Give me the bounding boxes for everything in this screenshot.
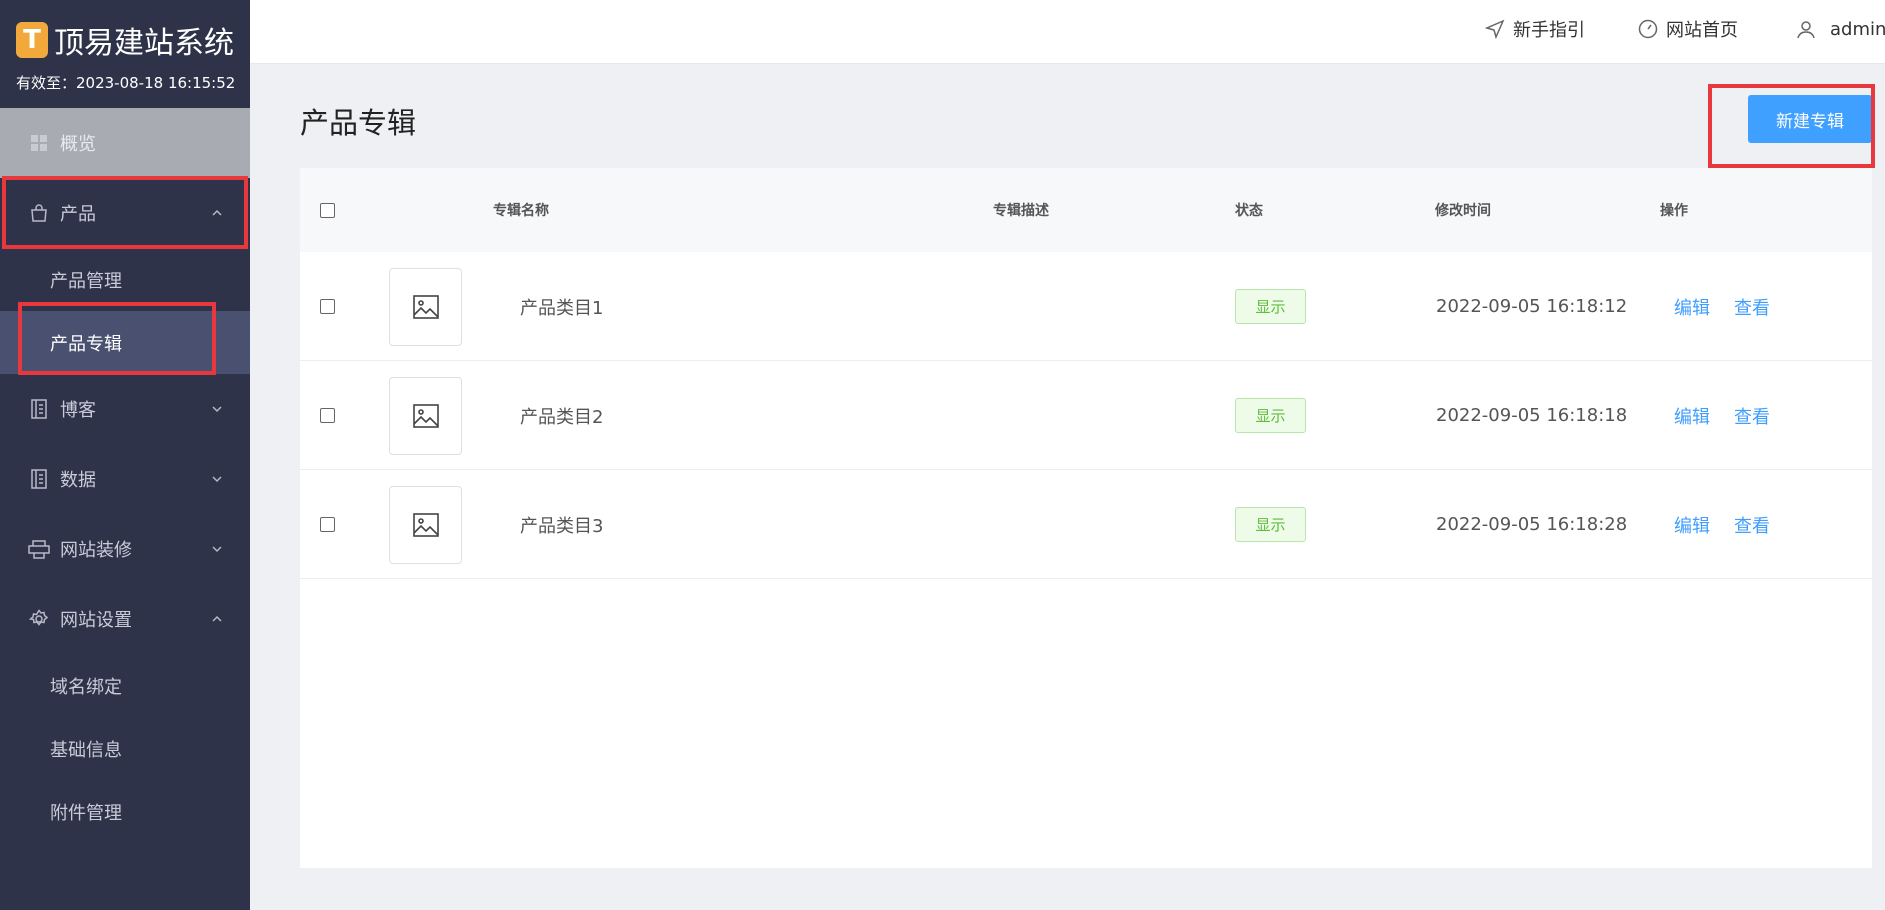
column-header-modified-time: 修改时间 bbox=[1435, 203, 1491, 219]
chevron-down-icon bbox=[212, 476, 222, 483]
gear-icon bbox=[28, 608, 50, 630]
sidebar-item-overview[interactable]: 概览 bbox=[0, 108, 250, 178]
sidebar-item-product-management[interactable]: 产品管理 bbox=[0, 248, 250, 311]
printer-icon bbox=[28, 538, 50, 560]
modified-time: 2022-09-05 16:18:28 bbox=[1436, 514, 1628, 535]
sidebar-item-attachment-management[interactable]: 附件管理 bbox=[0, 780, 250, 843]
document-icon bbox=[28, 398, 50, 420]
row-checkbox[interactable] bbox=[320, 299, 335, 314]
navigation-arrow-icon bbox=[1485, 19, 1505, 39]
site-home-link[interactable]: 网站首页 bbox=[1638, 0, 1738, 58]
column-header-status: 状态 bbox=[1235, 203, 1263, 219]
expire-date: 有效至：2023-08-18 16:15:52 bbox=[16, 74, 236, 92]
image-placeholder-icon bbox=[412, 294, 439, 319]
table-row: 产品类目3 显示 2022-09-05 16:18:28 编辑 查看 bbox=[300, 470, 1872, 579]
table-row: 产品类目1 显示 2022-09-05 16:18:12 编辑 查看 bbox=[300, 252, 1872, 361]
album-name: 产品类目2 bbox=[520, 406, 604, 428]
chevron-up-icon bbox=[212, 209, 222, 216]
column-header-description: 专辑描述 bbox=[993, 203, 1049, 219]
view-link[interactable]: 查看 bbox=[1734, 512, 1770, 538]
new-album-button[interactable]: 新建专辑 bbox=[1748, 95, 1872, 143]
chevron-down-icon bbox=[212, 546, 222, 553]
brand-logo-icon: T bbox=[16, 22, 48, 58]
row-checkbox[interactable] bbox=[320, 517, 335, 532]
sidebar-item-label: 网站装修 bbox=[60, 540, 132, 561]
view-link[interactable]: 查看 bbox=[1734, 294, 1770, 320]
chevron-up-icon bbox=[212, 615, 222, 622]
user-icon bbox=[1797, 21, 1815, 39]
row-checkbox[interactable] bbox=[320, 408, 335, 423]
sidebar-item-label: 产品专辑 bbox=[50, 333, 122, 355]
edit-link[interactable]: 编辑 bbox=[1674, 403, 1710, 429]
status-badge: 显示 bbox=[1235, 398, 1306, 433]
column-header-name: 专辑名称 bbox=[493, 203, 549, 219]
album-name: 产品类目1 bbox=[520, 297, 604, 319]
album-thumbnail bbox=[389, 376, 462, 455]
document-icon bbox=[28, 468, 50, 490]
sidebar-menu: 概览 产品 产品管理 产品专辑 博客 数据 网站装修 网站设置 域名绑定 基础信… bbox=[0, 108, 250, 843]
album-thumbnail bbox=[389, 267, 462, 346]
sidebar-item-label: 域名绑定 bbox=[50, 676, 122, 698]
sidebar-item-label: 概览 bbox=[60, 134, 96, 155]
status-badge: 显示 bbox=[1235, 507, 1306, 542]
view-link[interactable]: 查看 bbox=[1734, 403, 1770, 429]
sidebar-item-label: 基础信息 bbox=[50, 739, 122, 761]
sidebar-item-blog[interactable]: 博客 bbox=[0, 374, 250, 444]
sidebar: T 顶易建站系统 有效至：2023-08-18 16:15:52 概览 产品 产… bbox=[0, 0, 250, 910]
guide-label: 新手指引 bbox=[1513, 20, 1585, 41]
bag-icon bbox=[28, 202, 50, 224]
brand-name: 顶易建站系统 bbox=[54, 26, 234, 61]
edit-link[interactable]: 编辑 bbox=[1674, 512, 1710, 538]
sidebar-item-domain-binding[interactable]: 域名绑定 bbox=[0, 654, 250, 717]
user-menu[interactable]: admin bbox=[1796, 0, 1885, 58]
table-row: 产品类目2 显示 2022-09-05 16:18:18 编辑 查看 bbox=[300, 361, 1872, 470]
sidebar-item-label: 博客 bbox=[60, 400, 96, 421]
sidebar-item-site-settings[interactable]: 网站设置 bbox=[0, 584, 250, 654]
album-name: 产品类目3 bbox=[520, 515, 604, 537]
site-home-label: 网站首页 bbox=[1666, 20, 1738, 41]
user-name: admin bbox=[1830, 18, 1885, 40]
chevron-down-icon bbox=[212, 406, 222, 413]
sidebar-item-site-decoration[interactable]: 网站装修 bbox=[0, 514, 250, 584]
sidebar-item-data[interactable]: 数据 bbox=[0, 444, 250, 514]
edit-link[interactable]: 编辑 bbox=[1674, 294, 1710, 320]
sidebar-item-product-album[interactable]: 产品专辑 bbox=[0, 311, 250, 374]
sidebar-item-label: 网站设置 bbox=[60, 610, 132, 631]
table-header: 专辑名称 专辑描述 状态 修改时间 操作 bbox=[300, 168, 1872, 252]
sidebar-item-basic-info[interactable]: 基础信息 bbox=[0, 717, 250, 780]
sidebar-item-label: 产品管理 bbox=[50, 270, 122, 292]
top-bar: 新手指引 网站首页 admin bbox=[250, 0, 1885, 64]
select-all-checkbox[interactable] bbox=[320, 202, 335, 218]
sidebar-item-label: 附件管理 bbox=[50, 802, 122, 824]
page-title: 产品专辑 bbox=[300, 106, 417, 140]
sidebar-item-label: 产品 bbox=[60, 204, 96, 225]
sidebar-item-product[interactable]: 产品 bbox=[0, 178, 250, 248]
grid-icon bbox=[28, 132, 50, 154]
dashboard-gauge-icon bbox=[1638, 19, 1658, 39]
sidebar-item-label: 数据 bbox=[60, 470, 96, 491]
image-placeholder-icon bbox=[412, 512, 439, 537]
modified-time: 2022-09-05 16:18:18 bbox=[1436, 405, 1628, 426]
guide-link[interactable]: 新手指引 bbox=[1485, 0, 1585, 58]
status-badge: 显示 bbox=[1235, 289, 1306, 324]
album-thumbnail bbox=[389, 485, 462, 564]
column-header-actions: 操作 bbox=[1660, 203, 1688, 219]
brand: T 顶易建站系统 有效至：2023-08-18 16:15:52 bbox=[0, 0, 250, 108]
album-table: 专辑名称 专辑描述 状态 修改时间 操作 产品类目1 显示 2022-09-05… bbox=[300, 168, 1872, 868]
modified-time: 2022-09-05 16:18:12 bbox=[1436, 296, 1628, 317]
image-placeholder-icon bbox=[412, 403, 439, 428]
